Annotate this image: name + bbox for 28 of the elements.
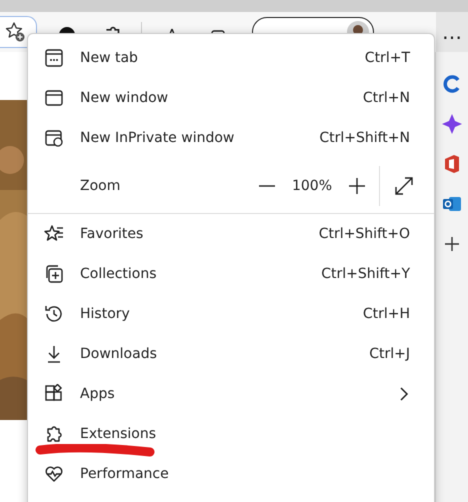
menu-item[interactable]: Downloads Ctrl+J xyxy=(28,334,434,374)
menu-item[interactable]: New tab Ctrl+T xyxy=(28,38,434,78)
private-window-icon xyxy=(44,128,64,148)
plus-icon xyxy=(348,176,366,194)
search-icon[interactable] xyxy=(442,74,462,94)
zoom-value: 100% xyxy=(290,178,334,194)
star-plus-icon xyxy=(4,21,26,43)
menu-item[interactable]: New window Ctrl+N xyxy=(28,78,434,118)
menu-item[interactable]: Performance xyxy=(28,454,434,494)
window-icon xyxy=(44,88,64,108)
menu-item[interactable]: New InPrivate window Ctrl+Shift+N xyxy=(28,118,434,158)
zoom-label: Zoom xyxy=(80,178,122,194)
add-icon[interactable] xyxy=(442,234,462,254)
menu-item[interactable]: Apps xyxy=(28,374,434,414)
chevron-icon xyxy=(398,387,410,401)
menu-item[interactable]: Collections Ctrl+Shift+Y xyxy=(28,254,434,294)
new-tab-icon xyxy=(44,48,64,68)
more-button[interactable]: … xyxy=(436,12,468,52)
history-icon xyxy=(44,304,64,324)
mail-icon[interactable] xyxy=(442,194,462,214)
menu-item[interactable]: Extensions xyxy=(28,414,434,454)
menu-item[interactable]: Favorites Ctrl+Shift+O xyxy=(28,214,434,254)
sparkle-icon[interactable] xyxy=(442,114,462,134)
office-icon[interactable] xyxy=(442,154,462,174)
minus-icon xyxy=(259,184,275,186)
heartbeat-icon xyxy=(44,464,64,484)
expand-icon xyxy=(394,176,414,196)
menu-item[interactable]: History Ctrl+H xyxy=(28,294,434,334)
